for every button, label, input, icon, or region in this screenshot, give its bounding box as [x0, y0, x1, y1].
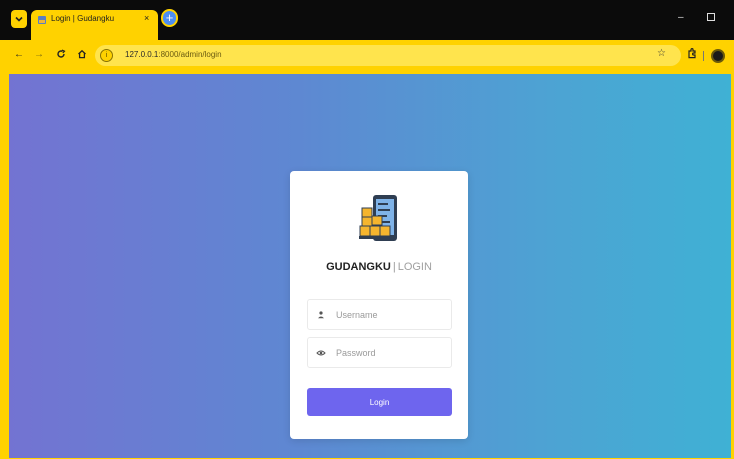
warehouse-favicon-icon	[38, 16, 46, 24]
user-icon	[318, 311, 324, 319]
tab-title: Login | Gudangku	[51, 14, 115, 23]
login-card: GUDANGKU|LOGIN Login	[290, 171, 468, 439]
tab-strip: Login | Gudangku × + –	[0, 0, 734, 40]
login-page: GUDANGKU|LOGIN Login	[9, 74, 731, 458]
home-icon[interactable]	[77, 49, 87, 62]
brand-separator: |	[392, 261, 396, 273]
url-host: 127.0.0.1	[125, 50, 159, 59]
address-bar[interactable]: i 127.0.0.1:8000/admin/login ☆	[95, 45, 681, 66]
eye-icon	[316, 350, 326, 356]
puzzle-icon[interactable]	[687, 48, 697, 62]
tab-search-button[interactable]	[11, 10, 27, 28]
tab-login-gudangku[interactable]: Login | Gudangku ×	[31, 10, 158, 40]
new-tab-button[interactable]: +	[161, 9, 178, 27]
login-button[interactable]: Login	[307, 388, 452, 416]
arrow-left-icon[interactable]: ←	[14, 49, 24, 60]
browser-window: Login | Gudangku × + – ← → i 127.0.0.1:8…	[0, 0, 734, 459]
url-path: :8000/admin/login	[158, 50, 222, 59]
minimize-button[interactable]: –	[678, 12, 684, 23]
close-icon[interactable]: ×	[144, 13, 149, 23]
chevron-down-icon	[15, 16, 23, 22]
avatar-icon[interactable]	[711, 49, 725, 63]
toolbar-divider	[703, 51, 704, 61]
browser-toolbar: ← → i 127.0.0.1:8000/admin/login ☆	[0, 40, 734, 74]
star-icon[interactable]: ☆	[657, 48, 666, 59]
warehouse-logo-icon	[359, 195, 397, 241]
reload-icon[interactable]	[56, 49, 66, 62]
arrow-right-icon[interactable]: →	[34, 49, 44, 60]
login-heading: GUDANGKU | LOGIN	[290, 261, 468, 273]
restore-button[interactable]	[707, 13, 715, 21]
username-input[interactable]	[336, 300, 448, 329]
site-info-icon[interactable]: i	[100, 49, 113, 62]
url-text[interactable]: 127.0.0.1:8000/admin/login	[125, 50, 222, 59]
brand-name: GUDANGKU	[326, 261, 391, 273]
password-input[interactable]	[336, 338, 448, 367]
brand-subtitle: LOGIN	[397, 261, 432, 273]
password-field	[307, 337, 452, 368]
username-field	[307, 299, 452, 330]
